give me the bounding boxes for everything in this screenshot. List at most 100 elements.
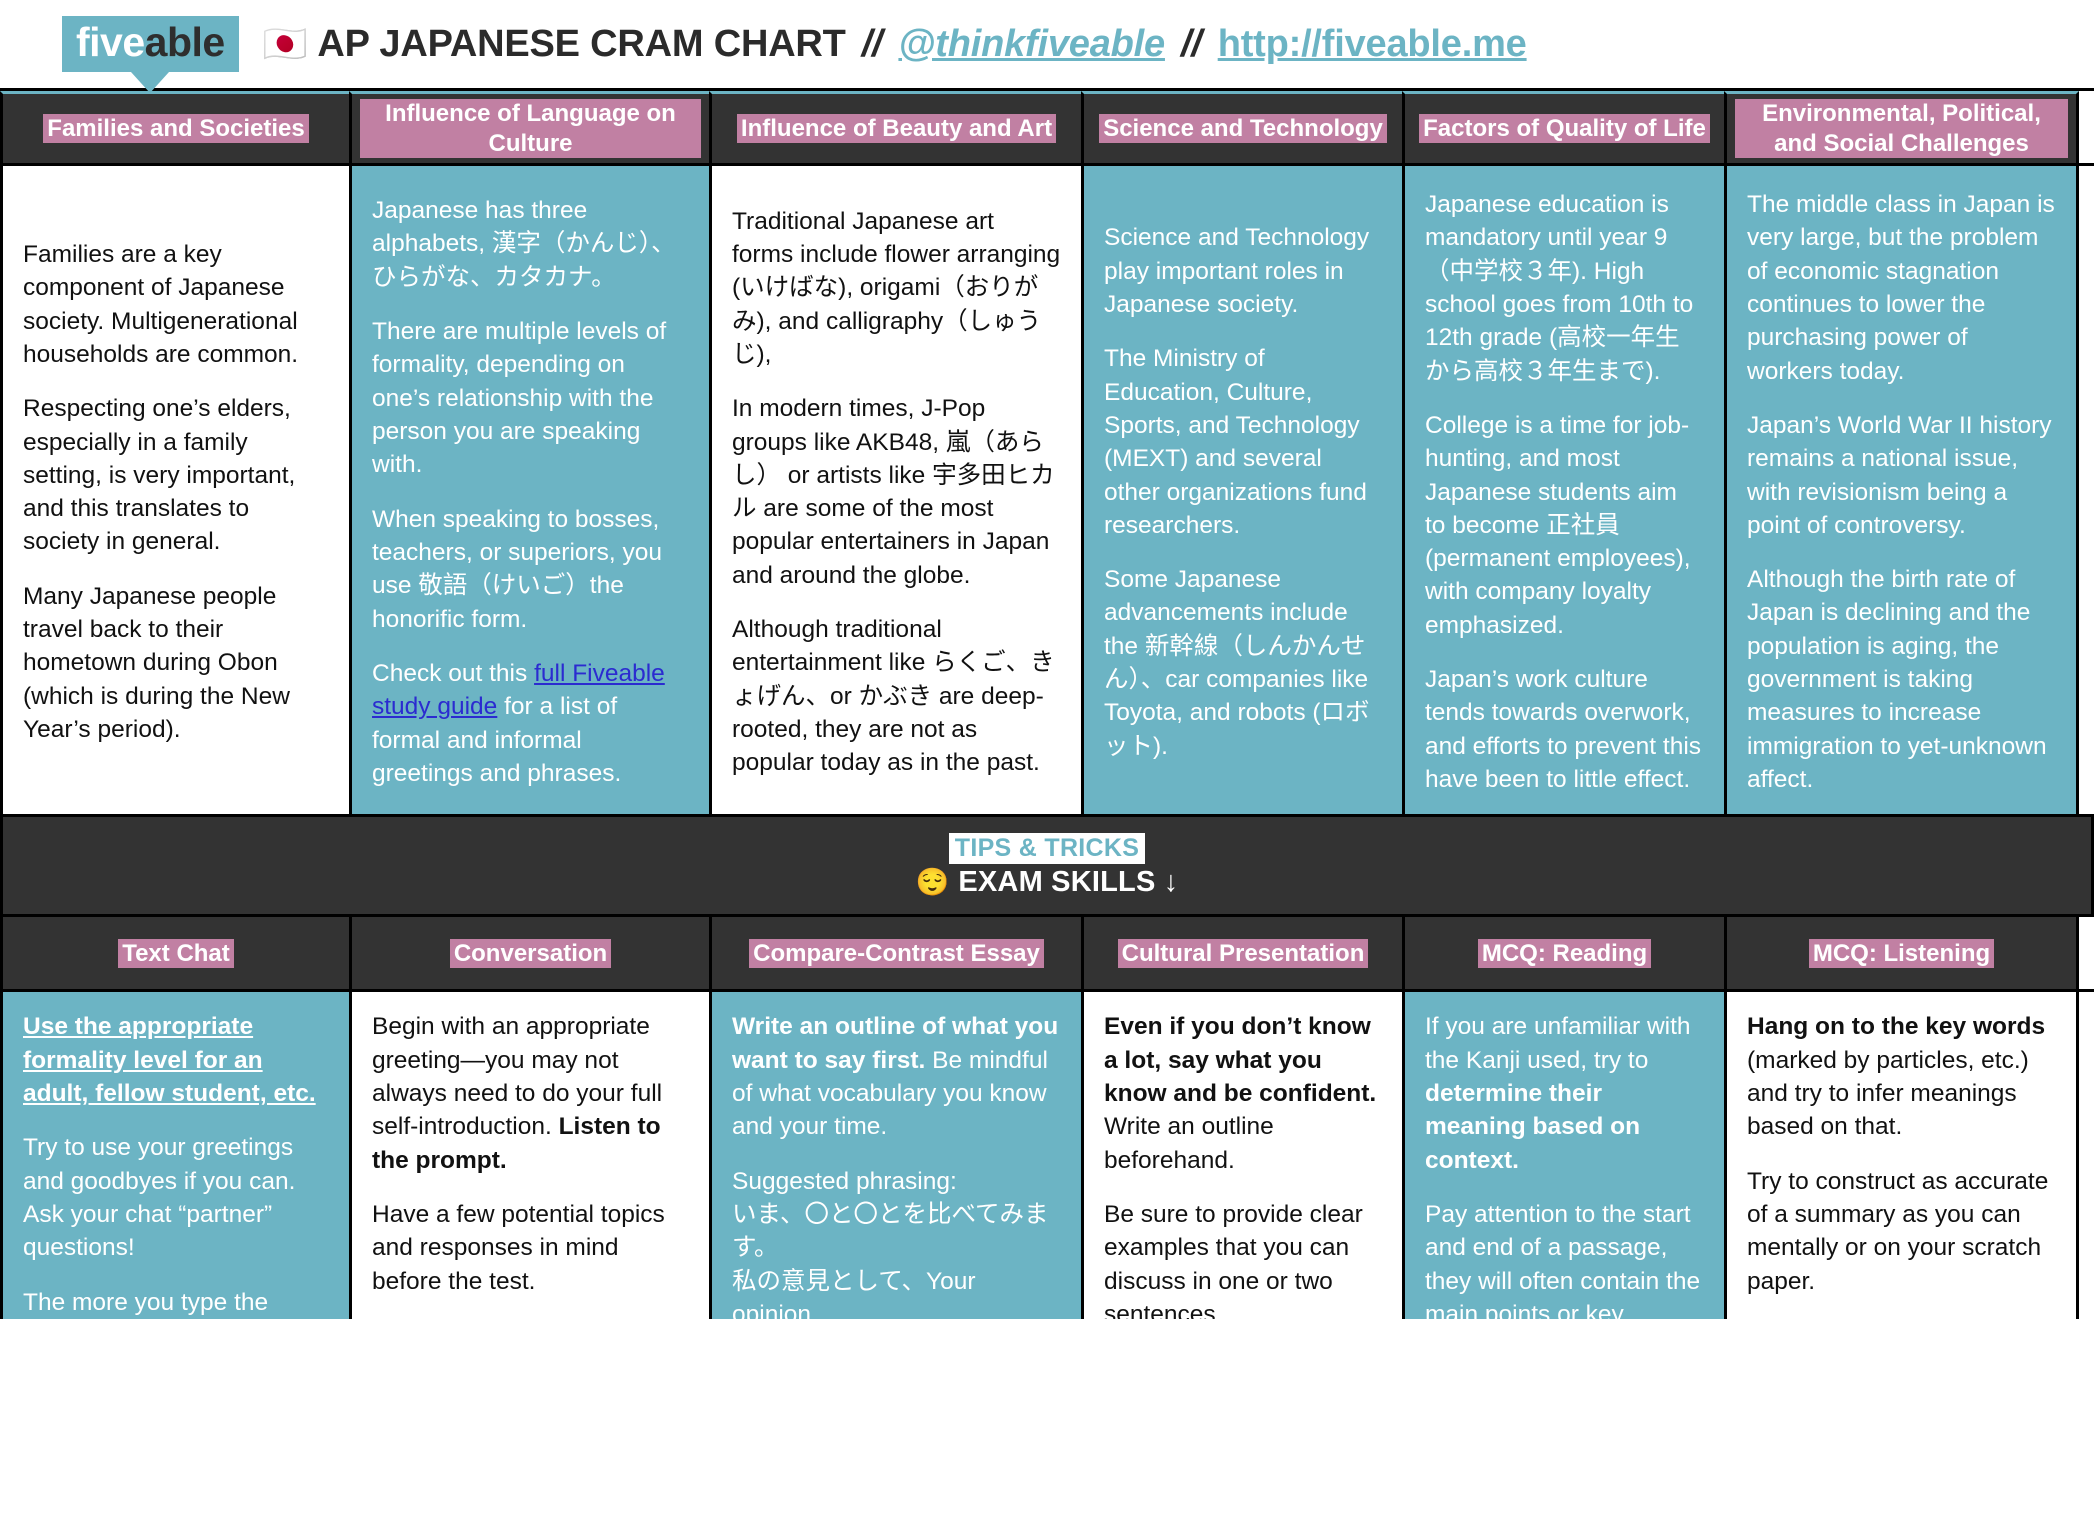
tips-and-tricks-banner: TIPS & TRICKS 😌 EXAM SKILLS ↓ <box>0 814 2094 915</box>
exam-skills-label: EXAM SKILLS ↓ <box>958 865 1179 898</box>
top-body-environmental-political-and-social-challenges: The middle class in Japan is very large,… <box>1724 166 2079 815</box>
top-body-factors-of-quality-of-life: Japanese education is mandatory until ye… <box>1402 166 1727 815</box>
paragraph: Be sure to provide clear examples that y… <box>1104 1198 1382 1319</box>
body-text: Be sure to provide clear examples that y… <box>1104 1200 1363 1320</box>
page-header: fiveable 🇯🇵 AP JAPANESE CRAM CHART // @t… <box>0 0 2094 93</box>
title-separator-2: // <box>1180 22 1202 65</box>
paragraph: Although traditional entertainment like … <box>732 616 1055 777</box>
column-title: Cultural Presentation <box>1117 938 1369 968</box>
body-text: If you are unfamiliar with the Kanji use… <box>1425 1013 1691 1074</box>
bottom-header-mcq-listening: MCQ: Listening <box>1724 917 2079 990</box>
paragraph: Japanese education is mandatory until ye… <box>1425 191 1694 385</box>
paragraph: The middle class in Japan is very large,… <box>1747 191 2055 385</box>
body-text: Check out this <box>372 659 535 687</box>
paragraph: Even if you don’t know a lot, say what y… <box>1104 1010 1382 1177</box>
website-url-link[interactable]: http://fiveable.me <box>1218 23 1527 66</box>
bottom-header-mcq-reading: MCQ: Reading <box>1402 917 1727 990</box>
cram-chart-page: fiveable 🇯🇵 AP JAPANESE CRAM CHART // @t… <box>0 0 2094 1518</box>
bottom-body-mcq-listening: Hang on to the key words (marked by part… <box>1724 992 2079 1320</box>
fiveable-logo[interactable]: fiveable <box>62 16 239 93</box>
column-title: Text Chat <box>118 938 234 968</box>
paragraph: Japanese has three alphabets, 漢字（かんじ）、ひら… <box>372 197 676 291</box>
paragraph: Traditional Japanese art forms include f… <box>732 207 1061 368</box>
top-header-influence-of-language-on-culture: Influence of Language on Culture <box>349 91 712 163</box>
body-text: (marked by particles, etc.) and try to i… <box>1747 1046 2029 1141</box>
top-header-influence-of-beauty-and-art: Influence of Beauty and Art <box>709 91 1084 163</box>
paragraph: Have a few potential topics and response… <box>372 1198 689 1298</box>
bottom-body-text-chat: Use the appropriate formality level for … <box>0 992 352 1320</box>
paragraph: Hang on to the key words (marked by part… <box>1747 1010 2056 1143</box>
paragraph: Respecting one’s elders, especially in a… <box>23 395 296 556</box>
paragraph: Write an outline of what you want to say… <box>732 1010 1061 1143</box>
top-header-families-and-societies: Families and Societies <box>0 91 352 163</box>
paragraph: Try to construct as accurate of a summar… <box>1747 1165 2056 1298</box>
top-header-factors-of-quality-of-life: Factors of Quality of Life <box>1402 91 1727 163</box>
bottom-column-bodies: Use the appropriate formality level for … <box>0 989 2094 1320</box>
top-column-headers: Families and Societies Influence of Langu… <box>0 88 2094 163</box>
page-title-text: AP JAPANESE CRAM CHART <box>317 22 846 65</box>
column-title: MCQ: Reading <box>1477 938 1652 968</box>
bottom-header-cultural-presentation: Cultural Presentation <box>1081 917 1405 990</box>
paragraph: Science and Technology play important ro… <box>1104 224 1370 318</box>
paragraph: Many Japanese people travel back to thei… <box>23 582 290 744</box>
paragraph: In modern times, J-Pop groups like AKB48… <box>732 395 1055 589</box>
paragraph: When speaking to bosses, teachers, or su… <box>372 505 663 633</box>
top-body-influence-of-beauty-and-art: Traditional Japanese art forms include f… <box>709 166 1084 815</box>
paragraph: If you are unfamiliar with the Kanji use… <box>1425 1010 1704 1177</box>
exam-skills-subtitle: 😌 EXAM SKILLS ↓ <box>916 866 1179 899</box>
top-header-environmental-political-and-social-challenges: Environmental, Political, and Social Cha… <box>1724 91 2079 163</box>
bottom-column-headers: Text Chat Conversation Compare-Contrast Es… <box>0 914 2094 990</box>
column-title: Families and Societies <box>43 113 309 144</box>
tips-title: TIPS & TRICKS <box>948 832 1146 864</box>
body-text: Have a few potential topics and response… <box>372 1200 665 1295</box>
paragraph: Begin with an appropriate greeting—you m… <box>372 1010 689 1177</box>
paragraph-with-link: Check out this full Fiveable study guide… <box>372 657 689 790</box>
top-body-science-and-technology: Science and Technology play important ro… <box>1081 166 1405 815</box>
top-header-science-and-technology: Science and Technology <box>1081 91 1405 163</box>
column-title: MCQ: Listening <box>1808 938 1995 968</box>
emphasis-text: Hang on to the key words <box>1747 1013 2046 1041</box>
paragraph: There are multiple levels of formality, … <box>372 318 667 479</box>
twitter-handle-link[interactable]: @thinkfiveable <box>898 23 1165 66</box>
paragraph: Some Japanese advancements include the 新… <box>1104 566 1370 760</box>
paragraph: Families are a key component of Japanese… <box>23 240 299 368</box>
bottom-body-mcq-reading: If you are unfamiliar with the Kanji use… <box>1402 992 1727 1320</box>
emphasis-text: Even if you don’t know a lot, say what y… <box>1104 1013 1377 1107</box>
column-title: Compare-Contrast Essay <box>749 938 1044 968</box>
paragraph: Suggested phrasing: いま、〇と〇とを比べてみます。 私の意見… <box>732 1165 1061 1320</box>
emphasis-text: determine their meaning based on context… <box>1425 1079 1641 1174</box>
paragraph: The Ministry of Education, Culture, Spor… <box>1104 345 1367 539</box>
bottom-body-conversation: Begin with an appropriate greeting—you m… <box>349 992 712 1320</box>
logo-text-able: able <box>144 19 226 66</box>
body-text: Write an outline beforehand. <box>1104 1113 1274 1174</box>
column-title: Factors of Quality of Life <box>1419 113 1710 144</box>
paragraph: Try to use your greetings and goodbyes i… <box>23 1134 296 1262</box>
lead-heading: Use the appropriate formality level for … <box>23 1013 316 1107</box>
column-title: Influence of Language on Culture <box>360 99 701 158</box>
paragraph: Japan’s World War II history remains a n… <box>1747 411 2052 539</box>
paragraph: Pay attention to the start and end of a … <box>1425 1198 1704 1319</box>
logo-text-five: five <box>76 19 145 66</box>
bottom-header-text-chat: Text Chat <box>0 917 352 990</box>
column-title: Influence of Beauty and Art <box>736 113 1057 144</box>
column-title: Conversation <box>449 938 612 968</box>
bottom-body-compare-contrast-essay: Write an outline of what you want to say… <box>709 992 1084 1320</box>
japan-flag-icon: 🇯🇵 <box>262 23 308 64</box>
bottom-body-cultural-presentation: Even if you don’t know a lot, say what y… <box>1081 992 1405 1320</box>
paragraph: Japan’s work culture tends towards overw… <box>1425 666 1702 793</box>
logo-pointer-triangle <box>131 71 170 93</box>
paragraph: If you don’t know what to say, make stuf… <box>372 1319 689 1320</box>
title-separator-1: // <box>861 22 883 65</box>
top-column-bodies: Families are a key component of Japanese… <box>0 163 2094 815</box>
bottom-header-conversation: Conversation <box>349 917 712 990</box>
paragraph: The more you type the better, as the gra… <box>23 1288 269 1316</box>
relieved-face-emoji: 😌 <box>915 866 950 897</box>
top-body-influence-of-language-on-culture: Japanese has three alphabets, 漢字（かんじ）、ひら… <box>349 166 712 815</box>
top-body-families-and-societies: Families are a key component of Japanese… <box>0 166 352 815</box>
body-text: Suggested phrasing: いま、〇と〇とを比べてみます。 私の意見… <box>732 1167 1049 1320</box>
bottom-header-compare-contrast-essay: Compare-Contrast Essay <box>709 917 1084 990</box>
paragraph: Although the birth rate of Japan is decl… <box>1747 566 2047 793</box>
page-title: 🇯🇵 AP JAPANESE CRAM CHART // @thinkfivea… <box>263 23 1527 66</box>
column-title: Environmental, Political, and Social Cha… <box>1735 99 2068 158</box>
paragraph: College is a time for job-hunting, and m… <box>1425 411 1691 639</box>
